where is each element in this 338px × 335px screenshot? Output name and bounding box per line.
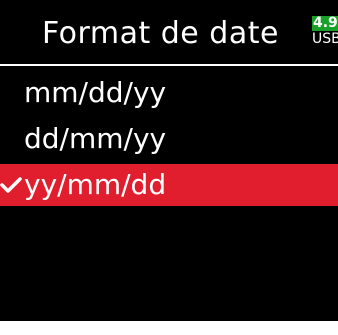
header: Format de date 4.9 USB bbox=[0, 0, 338, 64]
date-format-menu: mm/dd/yy dd/mm/yy yy/mm/dd bbox=[0, 72, 338, 210]
menu-item-dd-mm-yy[interactable]: dd/mm/yy bbox=[0, 118, 338, 160]
menu-item-label: dd/mm/yy bbox=[24, 122, 167, 155]
battery-level: 4.9 bbox=[312, 16, 338, 31]
checkmark-icon bbox=[0, 177, 22, 193]
menu-item-mm-dd-yy[interactable]: mm/dd/yy bbox=[0, 72, 338, 114]
power-source: USB bbox=[312, 32, 338, 46]
device-screen: Format de date 4.9 USB mm/dd/yy dd/mm/yy… bbox=[0, 0, 338, 321]
menu-item-label: mm/dd/yy bbox=[24, 76, 167, 109]
header-divider bbox=[0, 64, 338, 66]
battery-indicator: 4.9 USB bbox=[312, 16, 338, 46]
menu-item-yy-mm-dd[interactable]: yy/mm/dd bbox=[0, 164, 338, 206]
menu-item-label: yy/mm/dd bbox=[24, 168, 167, 201]
page-title: Format de date bbox=[42, 16, 279, 51]
